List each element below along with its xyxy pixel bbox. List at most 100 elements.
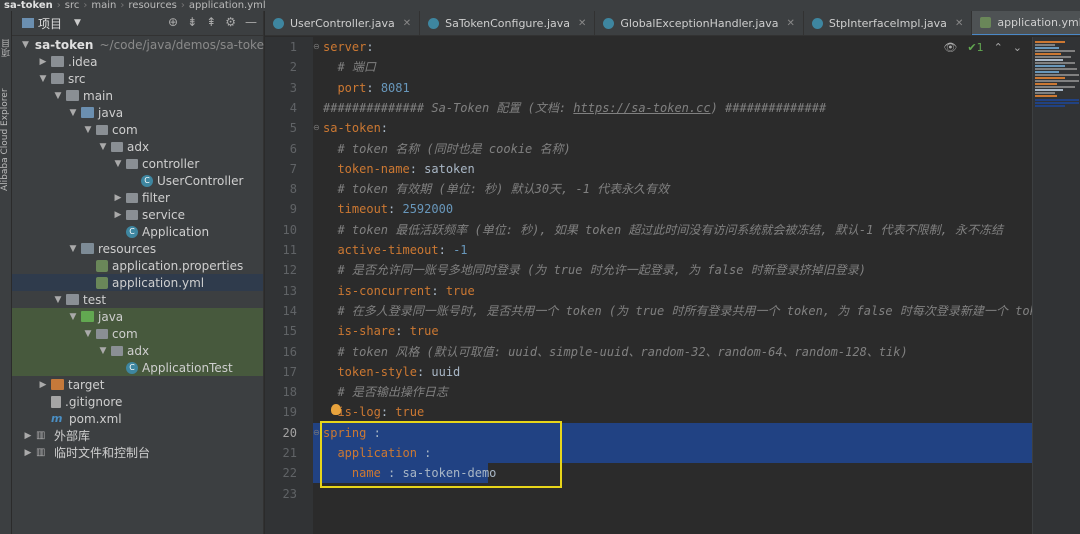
tree-item[interactable]: C UserController — [12, 172, 263, 189]
chevron-right-icon[interactable]: ▶ — [112, 210, 124, 220]
fold-icon[interactable]: ⊖ — [313, 123, 323, 133]
tree-item[interactable]: ▼ com — [12, 121, 263, 138]
code-line[interactable]: # 是否允许同一账号多地同时登录 (为 true 时允许一起登录, 为 fals… — [323, 260, 866, 280]
tree-item-label: 临时文件和控制台 — [54, 446, 151, 460]
breadcrumb-item[interactable]: src — [65, 0, 80, 11]
close-icon[interactable]: ✕ — [578, 18, 586, 29]
tree-item[interactable]: ▶ filter — [12, 189, 263, 206]
code-line[interactable]: timeout: 2592000 — [323, 199, 453, 219]
tree-item[interactable]: ▼ test — [12, 291, 263, 308]
previous-highlight-icon[interactable]: ⌃ — [994, 41, 1003, 54]
close-icon[interactable]: ✕ — [955, 18, 963, 29]
chevron-down-icon[interactable]: ▼ — [82, 329, 94, 339]
tree-item[interactable]: C Application — [12, 223, 263, 240]
editor-tab[interactable]: SaTokenConfigure.java ✕ — [420, 11, 596, 35]
chevron-down-icon[interactable]: ▼ — [52, 295, 64, 305]
reader-mode-icon[interactable]: 👁 — [943, 41, 957, 54]
tree-item[interactable]: ▼ resources — [12, 240, 263, 257]
close-icon[interactable]: ✕ — [403, 18, 411, 29]
resources-folder-icon — [81, 243, 94, 254]
tree-item[interactable]: ▼ sa-token ~/code/java/demos/sa-token/ — [12, 36, 276, 53]
editor-tab[interactable]: application.yml✕ — [972, 11, 1080, 35]
tree-item[interactable]: C ApplicationTest — [12, 359, 263, 376]
chevron-down-icon[interactable]: ▼ — [74, 18, 81, 28]
code-line[interactable]: server: — [323, 37, 374, 57]
chevron-down-icon[interactable]: ▼ — [67, 244, 79, 254]
tree-item[interactable]: m pom.xml — [12, 410, 263, 427]
code-line[interactable]: # 是否输出操作日志 — [323, 382, 447, 402]
tree-item[interactable]: ▼ adx — [12, 138, 263, 155]
tree-item-label: test — [83, 292, 107, 307]
breadcrumb-item[interactable]: application.yml — [189, 0, 266, 11]
minimap-line — [1035, 53, 1061, 55]
code-line[interactable]: token-name: satoken — [323, 159, 474, 179]
expand-all-icon[interactable]: ⇟ — [187, 15, 197, 29]
inspection-ok-icon[interactable]: ✔1 — [967, 41, 983, 54]
hide-panel-icon[interactable]: — — [245, 15, 257, 29]
fold-icon[interactable]: ⊖ — [313, 42, 323, 52]
breadcrumb-item[interactable]: resources — [128, 0, 176, 11]
chevron-right-icon[interactable]: ▶ — [112, 193, 124, 203]
chevron-down-icon[interactable]: ▼ — [67, 312, 79, 322]
chevron-down-icon[interactable]: ▼ — [97, 346, 109, 356]
tree-item[interactable]: ▶ target — [12, 376, 263, 393]
code-line[interactable]: is-concurrent: true — [323, 281, 474, 301]
code-line[interactable]: # token 名称 (同时也是 cookie 名称) — [323, 139, 570, 159]
code-editor[interactable]: 1 2 3 4 5 6 7 8 9 10 11 12 13 14 15 16 17 18 19 20 21 22 23 👁 … — [265, 37, 1032, 534]
code-line[interactable]: # token 有效期 (单位: 秒) 默认30天, -1 代表永久有效 — [323, 179, 669, 199]
code-line[interactable]: port: 8081 — [323, 78, 409, 98]
tree-item[interactable]: application.yml — [12, 274, 263, 291]
breadcrumb-item[interactable]: main — [91, 0, 116, 11]
code-line[interactable]: sa-token: — [323, 118, 388, 138]
project-tool-button[interactable]: 项目 — [0, 17, 12, 57]
chevron-right-icon[interactable]: ▶ — [22, 448, 34, 458]
tree-item[interactable]: ▼ controller — [12, 155, 263, 172]
editor-tab[interactable]: StpInterfaceImpl.java ✕ — [804, 11, 973, 35]
tree-item-label: com — [112, 326, 138, 341]
tree-item[interactable]: ▼ adx — [12, 342, 263, 359]
minimap[interactable] — [1032, 37, 1080, 534]
lightbulb-icon[interactable] — [331, 404, 341, 416]
tree-item[interactable]: ▶ ▥ 外部库 — [12, 427, 263, 444]
tree-item[interactable]: ▼ src — [12, 70, 263, 87]
alibaba-cloud-explorer-button[interactable]: Alibaba Cloud Explorer — [0, 83, 12, 191]
chevron-down-icon[interactable]: ▼ — [37, 74, 49, 84]
chevron-down-icon[interactable]: ▼ — [112, 159, 124, 169]
tree-item[interactable]: ▶ ▥ 临时文件和控制台 — [12, 444, 263, 461]
chevron-right-icon[interactable]: ▶ — [37, 57, 49, 67]
code-line[interactable]: # 在多人登录同一账号时, 是否共用一个 token (为 true 时所有登录… — [323, 301, 1032, 321]
editor-tab[interactable]: UserController.java ✕ — [265, 11, 421, 35]
code-line[interactable]: # token 最低活跃频率 (单位: 秒), 如果 token 超过此时间没有… — [323, 220, 1003, 240]
code-line[interactable]: token-style: uuid — [323, 362, 460, 382]
close-icon[interactable]: ✕ — [786, 18, 794, 29]
chevron-down-icon[interactable]: ▼ — [97, 142, 109, 152]
code-line[interactable]: active-timeout: -1 — [323, 240, 467, 260]
tree-item[interactable]: ▼ java — [12, 104, 263, 121]
gear-icon[interactable]: ⚙ — [225, 15, 236, 29]
chevron-down-icon[interactable]: ▼ — [52, 91, 64, 101]
tree-item[interactable]: .gitignore — [12, 393, 263, 410]
code-line[interactable]: is-share: true — [323, 321, 438, 341]
annotation-box — [320, 420, 562, 488]
breadcrumb-item[interactable]: sa-token — [4, 0, 53, 11]
chevron-down-icon[interactable]: ▼ — [82, 125, 94, 135]
tree-item[interactable]: ▼ com — [12, 325, 263, 342]
chevron-down-icon[interactable]: ▼ — [22, 40, 29, 50]
project-view-title[interactable]: 项目 — [38, 15, 62, 32]
code-line[interactable]: ############## Sa-Token 配置 (文档: https://… — [323, 98, 826, 118]
chevron-down-icon[interactable]: ▼ — [67, 108, 79, 118]
code-line[interactable]: # token 风格 (默认可取值: uuid、simple-uuid、rand… — [323, 342, 907, 362]
code-line[interactable]: # 端口 — [323, 57, 375, 77]
tree-item[interactable]: application.properties — [12, 257, 263, 274]
tree-item[interactable]: ▶ service — [12, 206, 263, 223]
tree-item[interactable]: ▼ main — [12, 87, 263, 104]
tree-item[interactable]: ▶ .idea — [12, 53, 263, 70]
next-highlight-icon[interactable]: ⌄ — [1013, 41, 1022, 54]
chevron-right-icon[interactable]: ▶ — [22, 431, 34, 441]
collapse-all-icon[interactable]: ⇞ — [206, 15, 216, 29]
tree-item[interactable]: ▼ java — [12, 308, 263, 325]
chevron-right-icon[interactable]: ▶ — [37, 380, 49, 390]
locate-icon[interactable]: ⊕ — [168, 15, 178, 29]
editor-tab[interactable]: GlobalExceptionHandler.java ✕ — [595, 11, 804, 35]
